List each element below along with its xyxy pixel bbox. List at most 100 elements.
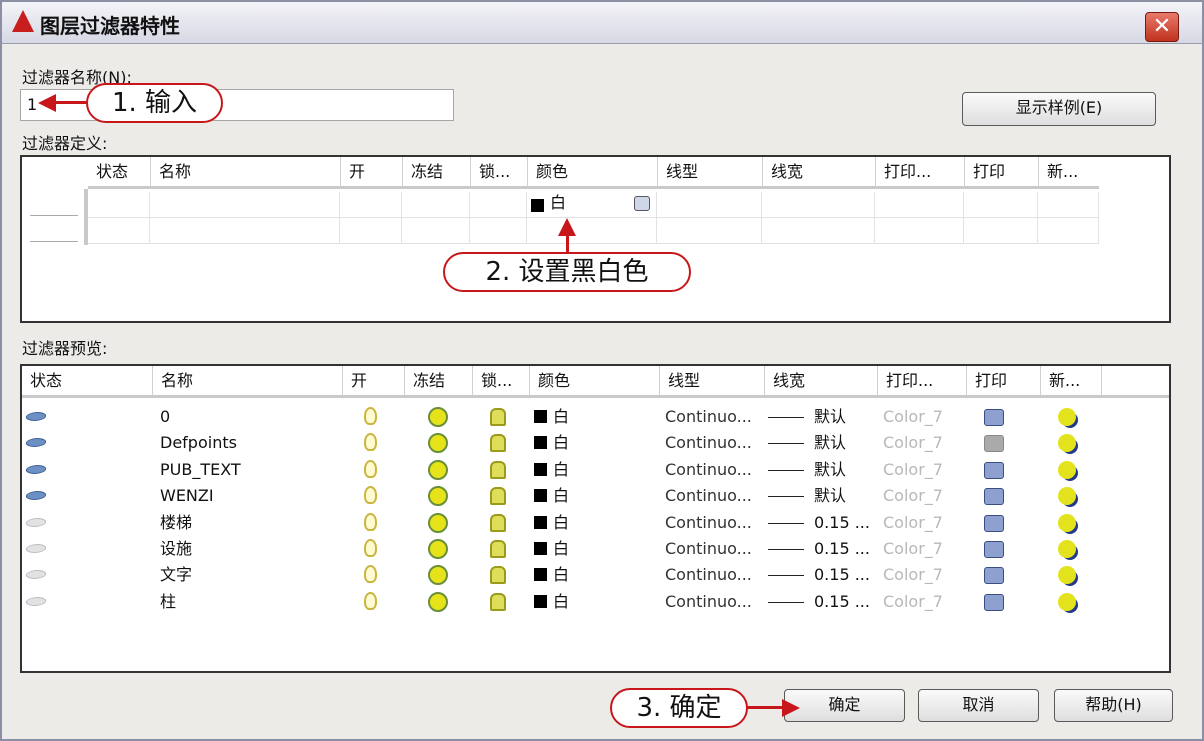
- layer-row[interactable]: 楼梯 白 Continuo... 0.15 ... Color_7: [22, 510, 1168, 536]
- layer-row[interactable]: 柱 白 Continuo... 0.15 ... Color_7: [22, 589, 1168, 615]
- unlock-icon[interactable]: [490, 513, 506, 532]
- column-header-4[interactable]: 锁...: [472, 366, 529, 396]
- layer-row[interactable]: Defpoints 白 Continuo... 默认 Color_7: [22, 430, 1168, 456]
- unlock-icon[interactable]: [490, 566, 506, 585]
- layer-row[interactable]: 0 白 Continuo... 默认 Color_7: [22, 404, 1168, 430]
- new-viewport-freeze-icon[interactable]: [1058, 408, 1076, 426]
- grid-cell[interactable]: [657, 218, 762, 244]
- column-header-10[interactable]: 新...: [1038, 157, 1099, 187]
- new-viewport-freeze-icon[interactable]: [1058, 460, 1076, 479]
- printer-icon[interactable]: [984, 567, 1004, 585]
- column-header-0[interactable]: 状态: [22, 366, 152, 396]
- printer-icon[interactable]: [984, 593, 1004, 611]
- sun-thaw-icon[interactable]: [428, 433, 448, 454]
- grid-cell[interactable]: [1038, 192, 1099, 218]
- layer-color[interactable]: 白: [534, 589, 569, 615]
- grid-cell[interactable]: [88, 192, 150, 218]
- layer-color[interactable]: 白: [534, 510, 569, 536]
- layer-color[interactable]: 白: [534, 430, 569, 456]
- sun-thaw-icon[interactable]: [428, 591, 448, 612]
- sun-thaw-icon[interactable]: [428, 407, 448, 427]
- sun-thaw-icon[interactable]: [428, 539, 448, 559]
- grid-cell[interactable]: [527, 218, 657, 244]
- light-bulb-on-icon[interactable]: [364, 539, 377, 557]
- grid-cell[interactable]: [875, 218, 964, 244]
- unlock-icon[interactable]: [490, 592, 506, 611]
- column-header-1[interactable]: 名称: [152, 366, 342, 396]
- column-header-6[interactable]: 线型: [657, 157, 762, 187]
- grid-cell[interactable]: [402, 192, 470, 218]
- filter-definition-grid[interactable]: 状态 名称开冻结 锁... 颜色 线型 线宽 打印... 打印 新... 白: [20, 155, 1171, 323]
- column-header-4[interactable]: 锁...: [470, 157, 527, 187]
- linetype[interactable]: Continuo...: [665, 404, 752, 430]
- light-bulb-on-icon[interactable]: [364, 565, 377, 584]
- unlock-icon[interactable]: [490, 434, 506, 453]
- filter-name-input[interactable]: 1: [20, 89, 454, 121]
- sun-thaw-icon[interactable]: [428, 459, 448, 480]
- new-viewport-freeze-icon[interactable]: [1058, 592, 1076, 611]
- column-header-3[interactable]: 冻结: [404, 366, 472, 396]
- grid-cell[interactable]: [470, 218, 527, 244]
- column-header-1[interactable]: 名称: [150, 157, 340, 187]
- layer-color[interactable]: 白: [534, 536, 569, 562]
- lineweight[interactable]: 0.15 ...: [814, 562, 870, 588]
- column-header-5[interactable]: 颜色: [527, 157, 657, 187]
- light-bulb-on-icon[interactable]: [364, 459, 377, 478]
- linetype[interactable]: Continuo...: [665, 589, 752, 615]
- ok-button[interactable]: 确定: [784, 689, 905, 722]
- grid-cell[interactable]: [762, 192, 875, 218]
- lineweight[interactable]: 0.15 ...: [814, 589, 870, 615]
- grid-cell[interactable]: [88, 218, 150, 244]
- grid-cell[interactable]: 白: [527, 192, 657, 218]
- sun-thaw-icon[interactable]: [428, 565, 448, 586]
- grid-cell[interactable]: [150, 192, 340, 218]
- layer-row[interactable]: PUB_TEXT 白 Continuo... 默认 Color_7: [22, 457, 1168, 483]
- unlock-icon[interactable]: [490, 408, 506, 426]
- column-header-7[interactable]: 线宽: [764, 366, 877, 396]
- grid-cell[interactable]: [470, 192, 527, 218]
- unlock-icon[interactable]: [490, 487, 506, 506]
- grid-cell[interactable]: [340, 192, 402, 218]
- new-viewport-freeze-icon[interactable]: [1058, 434, 1076, 453]
- linetype[interactable]: Continuo...: [665, 430, 752, 456]
- printer-icon[interactable]: [984, 541, 1004, 558]
- linetype[interactable]: Continuo...: [665, 483, 752, 509]
- grid-cell[interactable]: [402, 218, 470, 244]
- printer-icon[interactable]: [984, 514, 1004, 532]
- printer-icon[interactable]: [984, 435, 1004, 453]
- light-bulb-on-icon[interactable]: [364, 591, 377, 610]
- lineweight[interactable]: 默认: [814, 483, 846, 509]
- column-header-2[interactable]: 开: [342, 366, 404, 396]
- unlock-icon[interactable]: [490, 460, 506, 479]
- printer-icon[interactable]: [984, 409, 1004, 426]
- light-bulb-on-icon[interactable]: [364, 433, 377, 452]
- close-button[interactable]: ✕: [1145, 12, 1179, 42]
- lineweight[interactable]: 0.15 ...: [814, 510, 870, 536]
- color-picker-button[interactable]: [634, 196, 650, 211]
- light-bulb-on-icon[interactable]: [364, 486, 377, 505]
- lineweight[interactable]: 默认: [814, 404, 846, 430]
- linetype[interactable]: Continuo...: [665, 536, 752, 562]
- cancel-button[interactable]: 取消: [918, 689, 1039, 722]
- new-viewport-freeze-icon[interactable]: [1058, 513, 1076, 532]
- column-header-8[interactable]: 打印...: [877, 366, 966, 396]
- layer-color[interactable]: 白: [534, 483, 569, 509]
- light-bulb-on-icon[interactable]: [364, 407, 377, 425]
- lineweight[interactable]: 0.15 ...: [814, 536, 870, 562]
- printer-icon[interactable]: [984, 488, 1004, 506]
- lineweight[interactable]: 默认: [814, 457, 846, 483]
- grid-cell[interactable]: [657, 192, 762, 218]
- new-viewport-freeze-icon[interactable]: [1058, 540, 1076, 558]
- layer-color[interactable]: 白: [534, 562, 569, 588]
- linetype[interactable]: Continuo...: [665, 562, 752, 588]
- column-header-10[interactable]: 新...: [1040, 366, 1101, 396]
- column-header-9[interactable]: 打印: [966, 366, 1040, 396]
- column-header-6[interactable]: 线型: [659, 366, 764, 396]
- column-header-5[interactable]: 颜色: [529, 366, 659, 396]
- layer-color[interactable]: 白: [534, 457, 569, 483]
- column-header-7[interactable]: 线宽: [762, 157, 875, 187]
- column-header-3[interactable]: 冻结: [402, 157, 470, 187]
- column-header-0[interactable]: 状态: [88, 157, 150, 187]
- linetype[interactable]: Continuo...: [665, 457, 752, 483]
- grid-cell[interactable]: [150, 218, 340, 244]
